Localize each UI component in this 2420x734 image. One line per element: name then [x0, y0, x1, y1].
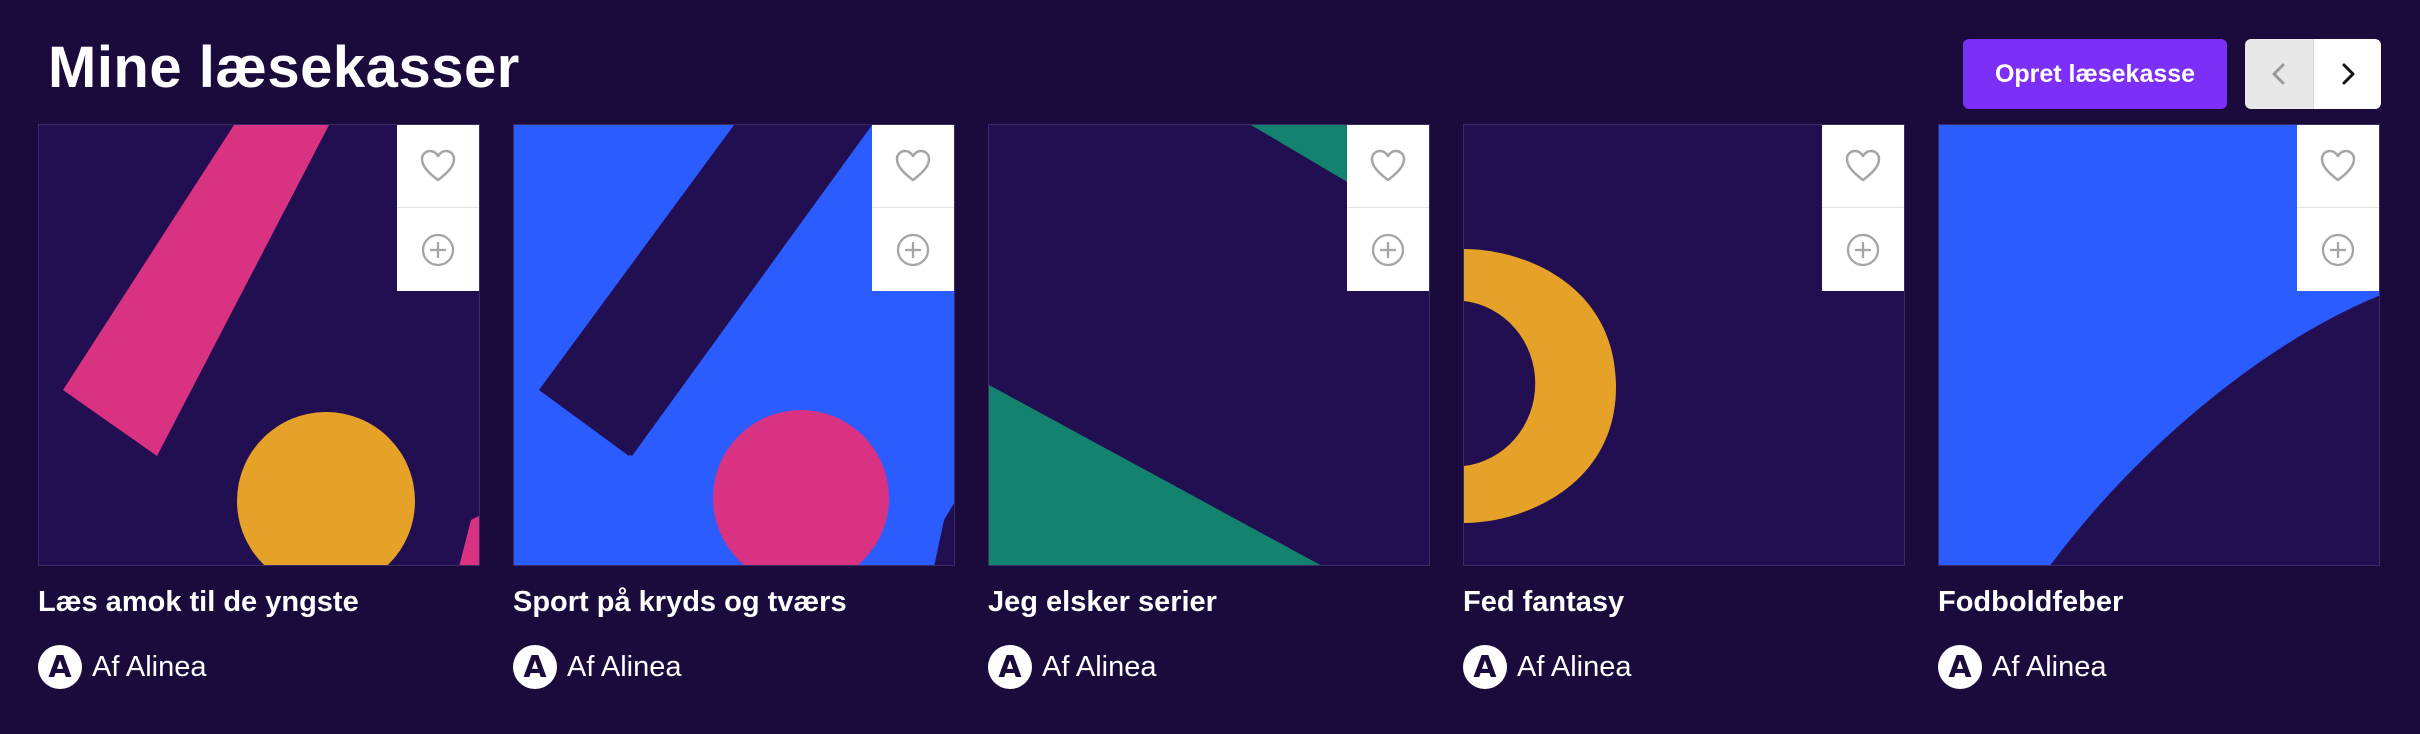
card-author: A Af Alinea: [513, 644, 681, 690]
author-name: Af Alinea: [567, 650, 682, 683]
favorite-button[interactable]: [1822, 125, 1904, 208]
heart-icon: [420, 149, 456, 182]
card-author: A Af Alinea: [988, 644, 1156, 690]
page-title: Mine læsekasser: [48, 35, 520, 100]
author-name: Af Alinea: [1992, 650, 2107, 683]
previous-button[interactable]: [2245, 39, 2313, 109]
reading-box-card[interactable]: Sport på kryds og tværs A Af Alinea: [513, 124, 955, 689]
author-logo: A: [988, 645, 1032, 689]
card-cover[interactable]: [38, 124, 480, 566]
reading-box-card[interactable]: Fodboldfeber A Af Alinea: [1938, 124, 2380, 689]
chevron-left-icon: [2272, 63, 2285, 85]
add-to-list-button[interactable]: [397, 208, 479, 291]
author-logo: A: [38, 645, 82, 689]
card-title[interactable]: Sport på kryds og tværs: [513, 586, 847, 619]
author-name: Af Alinea: [1517, 650, 1632, 683]
add-to-list-button[interactable]: [1822, 208, 1904, 291]
add-to-list-button[interactable]: [872, 208, 954, 291]
card-author: A Af Alinea: [1938, 644, 2106, 690]
plus-circle-icon: [1846, 233, 1880, 266]
reading-box-card[interactable]: Fed fantasy A Af Alinea: [1463, 124, 1905, 689]
card-actions: [2297, 125, 2379, 291]
favorite-button[interactable]: [2297, 125, 2379, 208]
card-actions: [872, 125, 954, 291]
card-actions: [1347, 125, 1429, 291]
heart-icon: [1370, 149, 1406, 182]
plus-circle-icon: [421, 233, 455, 266]
card-actions: [397, 125, 479, 291]
heart-icon: [1845, 149, 1881, 182]
author-logo: A: [513, 645, 557, 689]
heart-icon: [2320, 149, 2356, 182]
author-name: Af Alinea: [92, 650, 207, 683]
favorite-button[interactable]: [1347, 125, 1429, 208]
plus-circle-icon: [2321, 233, 2355, 266]
card-actions: [1822, 125, 1904, 291]
author-logo: A: [1938, 645, 1982, 689]
card-author: A Af Alinea: [1463, 644, 1631, 690]
card-author: A Af Alinea: [38, 644, 206, 690]
add-to-list-button[interactable]: [2297, 208, 2379, 291]
author-logo: A: [1463, 645, 1507, 689]
card-cover[interactable]: [988, 124, 1430, 566]
carousel-nav: [2245, 39, 2381, 109]
reading-box-card[interactable]: Jeg elsker serier A Af Alinea: [988, 124, 1430, 689]
plus-circle-icon: [1371, 233, 1405, 266]
card-cover[interactable]: [513, 124, 955, 566]
card-cover[interactable]: [1463, 124, 1905, 566]
card-title[interactable]: Fodboldfeber: [1938, 586, 2123, 619]
add-to-list-button[interactable]: [1347, 208, 1429, 291]
chevron-right-icon: [2342, 63, 2354, 85]
favorite-button[interactable]: [872, 125, 954, 208]
card-title[interactable]: Fed fantasy: [1463, 586, 1624, 619]
create-reading-box-button[interactable]: Opret læsekasse: [1963, 39, 2227, 109]
favorite-button[interactable]: [397, 125, 479, 208]
author-name: Af Alinea: [1042, 650, 1157, 683]
card-title[interactable]: Jeg elsker serier: [988, 586, 1217, 619]
reading-box-card[interactable]: Læs amok til de yngste A Af Alinea: [38, 124, 480, 689]
plus-circle-icon: [896, 233, 930, 266]
card-cover[interactable]: [1938, 124, 2380, 566]
heart-icon: [895, 149, 931, 182]
card-title[interactable]: Læs amok til de yngste: [38, 586, 359, 619]
next-button[interactable]: [2313, 39, 2381, 109]
